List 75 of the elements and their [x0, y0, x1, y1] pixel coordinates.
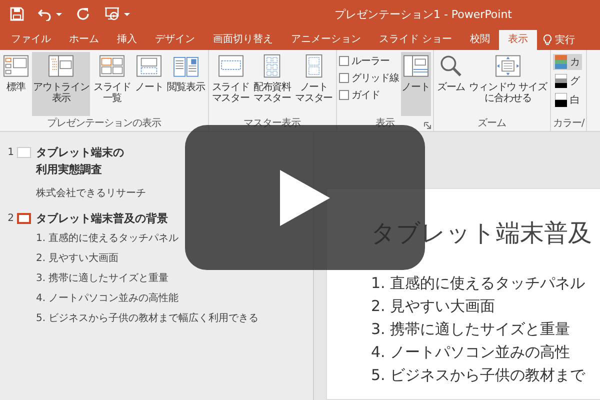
ribbon-button[interactable]: 標準 [2, 52, 30, 116]
swatch-icon [554, 55, 567, 69]
ribbon-button[interactable]: アウトライン 表示 [32, 52, 90, 116]
redo-icon[interactable] [76, 7, 90, 21]
slide-bullet: 3. 携帯に適したサイズと重量 [371, 319, 572, 340]
checkbox-option[interactable]: グリッド線 [338, 71, 399, 85]
color-mode-button[interactable]: グ [552, 73, 582, 89]
tell-me-button[interactable]: 実行 [537, 30, 576, 50]
undo-icon[interactable] [38, 7, 52, 21]
slide-icon[interactable] [17, 213, 31, 224]
group-label: プレゼンテーションの表示 [46, 117, 161, 131]
outline-title: 利用実態調査 [36, 162, 103, 178]
play-icon [280, 170, 330, 226]
checkbox[interactable] [338, 73, 349, 83]
outline-bullet: 4. ノートパソコン並みの高性能 [36, 292, 180, 306]
ribbon-tab[interactable]: ホーム [60, 30, 108, 50]
swatch-icon [554, 93, 567, 107]
ribbon-button[interactable]: ノート マスター [294, 52, 334, 116]
outline-bullet: 1. 直感的に使えるタッチパネル [36, 232, 180, 246]
group-label: カラー/ [552, 117, 584, 131]
ribbon-button[interactable]: スライド 一覧 [92, 52, 132, 116]
normal-view-icon [3, 54, 29, 78]
open-book-icon [173, 54, 200, 78]
ribbon-tab[interactable]: ファイル [2, 30, 60, 50]
notes-pane-icon [402, 54, 429, 78]
save-icon[interactable] [10, 7, 24, 21]
ribbon-tab[interactable]: 校閲 [461, 30, 500, 50]
ribbon-tab[interactable]: スライド ショー [370, 30, 462, 50]
color-mode-button[interactable]: カ [552, 54, 582, 70]
checkbox[interactable] [338, 90, 349, 100]
ribbon-button[interactable]: ウィンドウ サイズ に合わせる [468, 52, 548, 116]
checkbox-label: ルーラー [352, 55, 390, 68]
ribbon-button[interactable]: ノート [400, 52, 431, 116]
magnifier-icon [438, 54, 464, 78]
outline-title: タブレット端末の [36, 145, 125, 161]
outline-bullet: 3. 携帯に適したサイズと重量 [36, 272, 170, 286]
caret-icon[interactable] [124, 12, 130, 16]
outline-bullet: 2. 見やすい大画面 [36, 252, 120, 266]
ribbon-button[interactable]: 配布資料 マスター [252, 52, 292, 116]
ribbon-button[interactable]: ズーム [436, 52, 466, 116]
outline-view-icon [48, 54, 74, 78]
dialog-launcher-icon[interactable] [424, 122, 431, 129]
ribbon-button[interactable]: 閲覧表示 [166, 52, 206, 116]
outline-title: タブレット端末普及の背景 [36, 211, 169, 227]
slide-bullet: 4. ノートパソコン並みの高性 [371, 342, 572, 363]
slide-bullet: 1. 直感的に使えるタッチパネル [371, 273, 586, 294]
fit-window-icon [494, 54, 521, 78]
slide-number: 2 [6, 212, 15, 226]
ribbon-button[interactable]: ノート [134, 52, 164, 116]
slide-bullet: 5. ビジネスから子供の教材まで [371, 365, 586, 386]
slide-number: 1 [6, 146, 15, 160]
ribbon-tab[interactable]: デザイン [146, 30, 204, 50]
group-label: ズーム [478, 117, 506, 131]
ribbon-button[interactable]: スライド マスター [210, 52, 250, 116]
ribbon-tab[interactable]: 表示 [499, 30, 538, 50]
checkbox-option[interactable]: ルーラー [338, 54, 399, 68]
ribbon-tab[interactable]: 挿入 [108, 30, 146, 50]
slide-grid-icon [99, 54, 126, 78]
slide-bullet: 2. 見やすい大画面 [371, 296, 496, 317]
checkbox-label: ガイド [352, 89, 380, 102]
projector-screen-icon[interactable] [104, 6, 120, 22]
caret-icon[interactable] [56, 12, 62, 16]
checkbox[interactable] [338, 56, 349, 66]
checkbox-option[interactable]: ガイド [338, 88, 399, 102]
window-title: プレゼンテーション1 - PowerPoint [334, 6, 512, 22]
ribbon-tab[interactable]: 画面切り替え [204, 30, 282, 50]
slide-master-icon [218, 54, 244, 78]
swatch-icon [554, 74, 567, 88]
notes-page-icon [136, 54, 162, 78]
color-mode-button[interactable]: 白 [552, 92, 582, 108]
lightbulb-icon [543, 34, 552, 46]
outline-subtitle: 株式会社できるリサーチ [36, 186, 146, 200]
checkbox-label: グリッド線 [352, 72, 399, 85]
ribbon-tab[interactable]: アニメーション [282, 30, 370, 50]
outline-bullet: 5. ビジネスから子供の教材まで幅広く利用できる [36, 312, 259, 326]
